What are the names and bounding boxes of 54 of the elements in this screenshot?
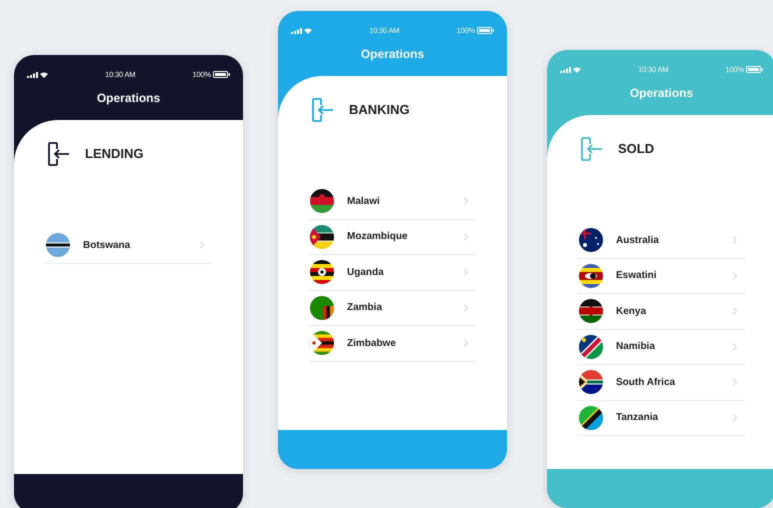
wifi-icon (573, 66, 581, 72)
country-row[interactable]: Zimbabwe (309, 326, 476, 362)
country-row[interactable]: Namibia (578, 330, 745, 365)
country-row[interactable]: Kenya (578, 294, 745, 330)
screen-title: Operations (96, 90, 160, 107)
country-name: South Africa (616, 376, 676, 390)
country-row[interactable]: Eswatini (578, 258, 745, 294)
flag-icon (310, 260, 334, 284)
flag-icon (310, 224, 334, 249)
country-row[interactable]: South Africa (578, 365, 745, 400)
wifi-icon (304, 28, 312, 34)
country-row[interactable]: Botswana (45, 228, 212, 264)
country-row[interactable]: Tanzania (578, 400, 745, 436)
door-arrow-icon (580, 136, 604, 162)
battery-icon (476, 27, 494, 34)
flag-icon (579, 334, 603, 359)
flag-icon (579, 299, 603, 324)
country-name: Kenya (616, 304, 648, 319)
country-row[interactable]: Australia (578, 223, 745, 258)
flag-icon (579, 264, 603, 288)
signal-icon (27, 72, 38, 78)
country-row[interactable]: Uganda (309, 255, 476, 290)
country-row[interactable]: Mozambique (309, 220, 476, 255)
country-name: Australia (616, 234, 660, 248)
signal-icon (560, 66, 571, 72)
country-name: Mozambique (347, 230, 409, 244)
flag-icon (310, 189, 334, 214)
battery-icon (212, 71, 230, 78)
section-heading: LENDING (85, 145, 144, 164)
country-name: Namibia (616, 340, 656, 354)
battery-icon (746, 66, 763, 73)
country-name: Botswana (83, 238, 132, 253)
country-name: Uganda (347, 266, 385, 280)
flag-icon (579, 406, 603, 430)
section-heading: BANKING (349, 101, 410, 120)
section-heading: SOLD (618, 140, 654, 158)
country-name: Tanzania (616, 411, 660, 426)
country-row[interactable]: Malawi (309, 184, 476, 220)
signal-icon (291, 28, 302, 34)
screen-title: Operations (360, 46, 424, 63)
country-row[interactable]: Zambia (309, 290, 476, 326)
flag-icon (46, 233, 70, 258)
country-name: Zimbabwe (347, 336, 397, 351)
country-name: Eswatini (616, 269, 658, 284)
wifi-icon (40, 72, 48, 78)
country-name: Malawi (347, 194, 381, 209)
flag-icon (310, 296, 334, 320)
door-arrow-icon (311, 97, 335, 123)
flag-icon (579, 228, 603, 252)
flag-icon (579, 370, 603, 394)
screen-title: Operations (630, 85, 694, 102)
flag-icon (310, 331, 334, 356)
door-arrow-icon (47, 141, 71, 167)
country-name: Zambia (347, 301, 384, 316)
